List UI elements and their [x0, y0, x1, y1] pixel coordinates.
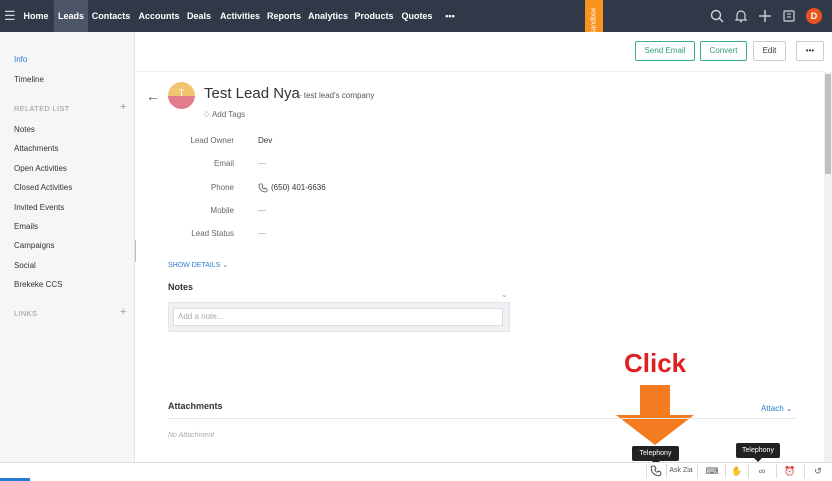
hand-icon[interactable]: ✋	[730, 464, 744, 478]
sidebar-item-attachments[interactable]: Attachments	[14, 144, 58, 153]
field-value-mobile[interactable]: —	[258, 206, 266, 215]
links-add-icon[interactable]: +	[120, 306, 126, 318]
links-heading: LINKS	[14, 309, 38, 318]
nav-leads[interactable]: Leads	[54, 0, 88, 32]
scrollbar-thumb[interactable]	[825, 74, 831, 174]
back-arrow-icon[interactable]: ←	[146, 88, 160, 104]
lead-company: - test lead's company	[299, 91, 375, 100]
sidebar-item-campaigns[interactable]: Campaigns	[14, 241, 54, 250]
lead-detail-panel	[136, 72, 824, 462]
sidebar-item-emails[interactable]: Emails	[14, 222, 38, 231]
attachments-section-title: Attachments	[168, 401, 223, 411]
nav-accounts[interactable]: Accounts	[136, 0, 182, 32]
field-label-phone: Phone	[210, 183, 234, 192]
chevron-down-icon: ⌄	[785, 404, 793, 413]
tag-icon: ♢	[203, 110, 211, 119]
notes-collapse-chevron-icon[interactable]: ⌄	[501, 290, 508, 299]
orange-down-arrow-annotation	[616, 385, 694, 445]
nav-products[interactable]: Products	[353, 0, 395, 32]
gamepad-icon[interactable]: ⌨	[703, 464, 721, 478]
nav-reports[interactable]: Reports	[265, 0, 303, 32]
telephony-phone-icon[interactable]	[650, 464, 662, 478]
sidebar-item-info[interactable]: Info	[14, 55, 27, 64]
divider	[666, 464, 667, 478]
chevron-down-icon: ⌄	[222, 262, 229, 269]
field-value-email[interactable]: —	[258, 159, 266, 168]
field-value-lead-owner[interactable]: Dev	[258, 136, 272, 145]
attach-label: Attach	[761, 404, 784, 413]
nav-home[interactable]: Home	[20, 0, 52, 32]
sidebar-item-timeline[interactable]: Timeline	[14, 75, 44, 84]
related-list-heading: RELATED LIST	[14, 104, 70, 113]
no-attachment-text: No Attachment	[168, 432, 215, 439]
notes-section-title: Notes	[168, 282, 194, 292]
add-tags-label: Add Tags	[211, 110, 246, 119]
alarm-clock-icon[interactable]: ⏰	[783, 464, 797, 478]
field-label-lead-status: Lead Status	[191, 229, 234, 238]
field-value-lead-status[interactable]: —	[258, 229, 266, 238]
nav-activities[interactable]: Activities	[218, 0, 262, 32]
more-actions-button[interactable]: •••	[796, 41, 824, 61]
sidebar-item-invited-events[interactable]: Invited Events	[14, 203, 64, 212]
divider	[697, 464, 698, 478]
related-list-add-icon[interactable]: +	[120, 101, 126, 113]
binoculars-icon[interactable]: ∞	[754, 464, 770, 478]
send-email-button[interactable]: Send Email	[635, 41, 695, 61]
ask-zia-button[interactable]: Ask Zia	[668, 464, 694, 478]
calendar-icon[interactable]	[781, 8, 797, 24]
history-icon[interactable]: ↺	[811, 464, 825, 478]
telephony-tooltip: Telephony	[632, 446, 679, 465]
plus-icon[interactable]	[757, 8, 773, 24]
divider	[748, 464, 749, 478]
divider	[804, 464, 805, 478]
add-note-input[interactable]: Add a note...	[173, 308, 503, 326]
field-label-lead-owner: Lead Owner	[190, 136, 234, 145]
menu-icon[interactable]: ☰	[4, 8, 16, 24]
add-tags-link[interactable]: ♢ Add Tags	[203, 110, 245, 119]
lead-avatar-initial: T	[178, 88, 185, 98]
nav-more-icon[interactable]: •••	[440, 0, 460, 32]
search-icon[interactable]	[709, 8, 725, 24]
field-label-email: Email	[213, 159, 234, 168]
sidebar-item-notes[interactable]: Notes	[14, 125, 35, 134]
top-navigation-bar: ☰ Home Leads Contacts Accounts Deals Act…	[0, 0, 832, 32]
sidebar-item-open-activities[interactable]: Open Activities	[14, 164, 67, 173]
lead-name: Test Lead Nya	[204, 85, 300, 102]
divider	[725, 464, 726, 478]
field-value-phone[interactable]: (650) 401-6636	[271, 183, 326, 192]
convert-button[interactable]: Convert	[700, 41, 747, 61]
divider	[168, 418, 796, 419]
show-details-label: SHOW DETAILS	[168, 262, 221, 269]
edit-button[interactable]: Edit	[753, 41, 786, 61]
sidebar-item-closed-activities[interactable]: Closed Activities	[14, 183, 72, 192]
user-avatar[interactable]: D	[806, 8, 822, 24]
phone-icon[interactable]	[258, 183, 268, 193]
sidebar-item-brekeke-ccs[interactable]: Brekeke CCS	[14, 280, 62, 289]
click-annotation-text: Click	[624, 348, 687, 378]
telephony-tooltip-secondary: Telephony	[736, 443, 780, 462]
divider	[646, 464, 647, 478]
nav-analytics[interactable]: Analytics	[306, 0, 350, 32]
divider	[776, 464, 777, 478]
bell-icon[interactable]	[733, 8, 749, 24]
attach-link[interactable]: Attach ⌄	[761, 404, 793, 413]
nav-quotes[interactable]: Quotes	[399, 0, 435, 32]
nav-contacts[interactable]: Contacts	[90, 0, 132, 32]
nav-deals[interactable]: Deals	[184, 0, 214, 32]
field-label-mobile: Mobile	[210, 206, 234, 215]
sidebar-item-social[interactable]: Social	[14, 261, 36, 270]
lead-avatar: T	[168, 82, 195, 109]
show-details-link[interactable]: SHOW DETAILS ⌄	[168, 261, 228, 269]
